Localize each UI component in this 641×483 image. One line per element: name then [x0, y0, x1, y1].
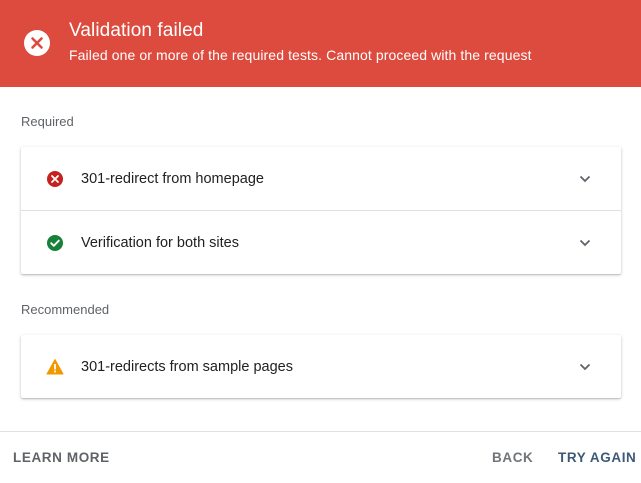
check-circle-icon — [47, 234, 63, 251]
warning-icon — [46, 358, 64, 374]
recommended-tests-card: 301-redirects from sample pages — [21, 335, 621, 398]
error-circle-icon — [24, 30, 50, 56]
test-label: Verification for both sites — [81, 234, 239, 251]
chevron-down-icon[interactable] — [577, 171, 593, 187]
test-label: 301-redirects from sample pages — [81, 358, 293, 375]
chevron-down-icon[interactable] — [577, 359, 593, 375]
banner-subtitle: Failed one or more of the required tests… — [69, 47, 532, 63]
footer-divider — [0, 431, 641, 432]
test-row-homepage-redirect[interactable]: 301-redirect from homepage — [21, 147, 621, 210]
back-button[interactable]: BACK — [492, 450, 533, 465]
test-label: 301-redirect from homepage — [81, 170, 264, 187]
test-row-verification[interactable]: Verification for both sites — [21, 210, 621, 274]
learn-more-button[interactable]: LEARN MORE — [13, 450, 110, 465]
required-tests-card: 301-redirect from homepage Verification … — [21, 147, 621, 274]
error-banner: Validation failed Failed one or more of … — [0, 0, 641, 87]
section-label-required: Required — [21, 114, 74, 129]
test-row-sample-redirects[interactable]: 301-redirects from sample pages — [21, 335, 621, 398]
section-label-recommended: Recommended — [21, 302, 110, 317]
try-again-button[interactable]: TRY AGAIN — [558, 450, 636, 465]
chevron-down-icon[interactable] — [577, 235, 593, 251]
error-icon — [47, 170, 63, 187]
banner-title: Validation failed — [69, 20, 204, 41]
